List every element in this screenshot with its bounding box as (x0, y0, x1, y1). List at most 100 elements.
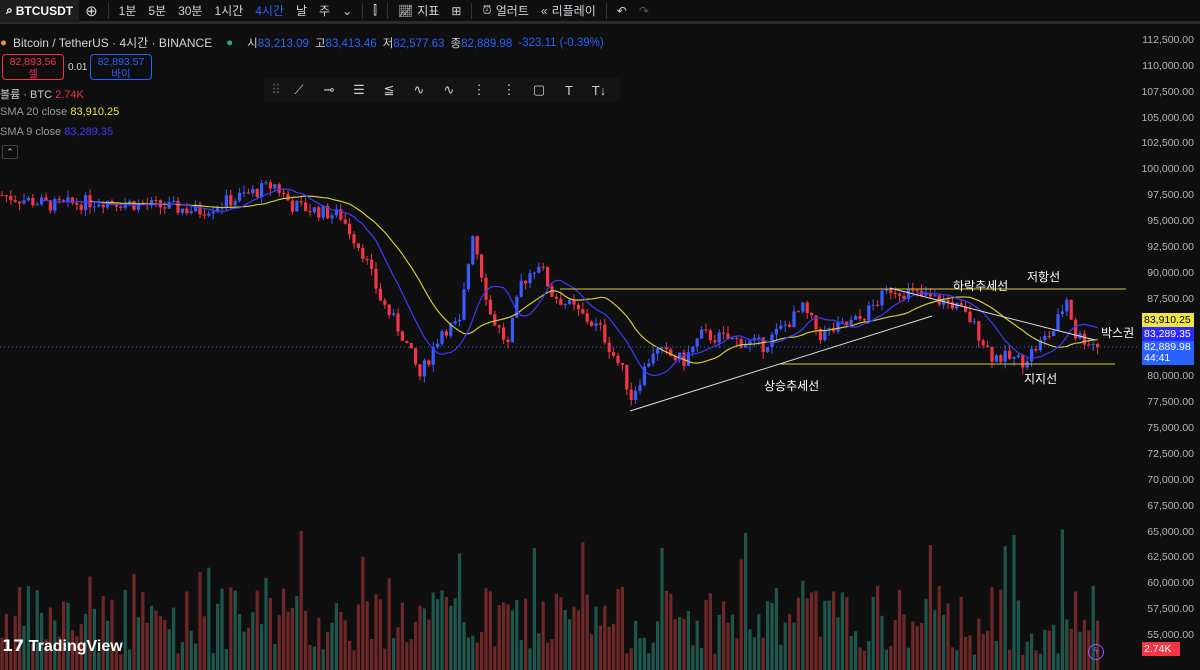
candle (1025, 361, 1029, 368)
volume-bar (669, 593, 673, 670)
candle (766, 346, 770, 353)
candle (299, 201, 303, 203)
candle (1003, 350, 1007, 362)
volume-bar (167, 629, 171, 670)
price-range-icon[interactable]: ⋮ (464, 82, 494, 98)
volume-bar (453, 598, 457, 670)
volume-bar (18, 587, 22, 670)
spread-value: 0.01 (68, 62, 88, 73)
candle (880, 290, 884, 306)
close-label: 종 (450, 37, 462, 50)
pattern-15-icon[interactable]: ∿ (404, 82, 434, 98)
candle (383, 300, 387, 305)
volume-bar (493, 646, 497, 670)
annotation-support[interactable]: 지지선 (1024, 370, 1057, 387)
market-status-icon: ● (226, 36, 234, 49)
candle (700, 329, 704, 339)
candle (396, 313, 400, 332)
volume-bar (158, 616, 162, 670)
candle (502, 327, 506, 340)
volume-bar (792, 622, 796, 670)
volume-bar (497, 605, 501, 670)
symbol-legend: ● Bitcoin / TetherUS · 4시간 · BINANCE ● 시… (0, 34, 604, 51)
volume-bar (246, 627, 250, 670)
drag-handle-icon[interactable]: ⠿ (268, 82, 284, 98)
volume-bar (282, 588, 286, 670)
candle (1021, 355, 1025, 368)
candle (92, 206, 96, 208)
volume-bar (343, 620, 347, 670)
symbol-title: Bitcoin / TetherUS · 4시간 · BINANCE (12, 36, 213, 50)
sell-button[interactable]: 82,893.56 셀 (2, 54, 64, 80)
annotation-box[interactable]: 박스권 (1101, 324, 1134, 341)
buy-button[interactable]: 82,893.57 바이 (90, 54, 152, 80)
volume-bar (422, 608, 426, 670)
volume-bar (387, 578, 391, 670)
volume-bar (471, 635, 475, 670)
volume-bar (946, 603, 950, 670)
tradingview-logo[interactable]: 𝟭𝟳 TradingView (2, 636, 123, 656)
candle (317, 207, 321, 218)
collapse-legend-button[interactable]: ⌃ (2, 145, 18, 159)
volume-bar (268, 597, 272, 670)
volume-bar (233, 590, 237, 670)
volume-bar (673, 619, 677, 670)
candle (44, 197, 48, 201)
candle (62, 200, 66, 202)
candle (845, 321, 849, 325)
sma9-legend[interactable]: SMA 9 close 83,289.35 (0, 126, 113, 138)
volume-bar (304, 610, 308, 670)
volume-bar (180, 642, 184, 670)
anchored-text-icon[interactable]: T↓ (584, 83, 614, 98)
date-range-icon[interactable]: ⋮ (494, 82, 524, 98)
volume-bar (299, 531, 303, 670)
candle (1052, 330, 1056, 337)
candle (1069, 299, 1073, 320)
candle (563, 304, 567, 306)
volume-bar (651, 642, 655, 670)
candle (629, 389, 633, 401)
volume-bar (884, 649, 888, 670)
candle (972, 321, 976, 323)
candle (510, 317, 514, 343)
volume-bar (810, 592, 814, 670)
candle (902, 295, 906, 299)
candle (458, 319, 462, 322)
rectangle-icon[interactable]: ▢ (524, 82, 554, 98)
volume-bar (774, 587, 778, 670)
candle (933, 295, 937, 297)
volume-bar (678, 617, 682, 670)
pitchfork-icon[interactable]: ≦ (374, 82, 404, 98)
candle (876, 304, 880, 306)
volume-bar (308, 644, 312, 670)
volume-bar (378, 599, 382, 670)
parallel-channel-icon[interactable]: ☰ (344, 82, 374, 98)
volume-bar (572, 606, 576, 670)
candle (585, 313, 589, 322)
annotation-downtrend[interactable]: 하락추세선 (953, 277, 1008, 294)
volume-bar (880, 615, 884, 670)
sma20-legend[interactable]: SMA 20 close 83,910.25 (0, 106, 119, 118)
volume-bar (612, 623, 616, 670)
volume-bar (264, 577, 268, 670)
candle (858, 316, 862, 320)
volume-legend[interactable]: 볼륨 · BTC 2.74K (0, 86, 84, 102)
horizontal-ray-icon[interactable]: ⊸ (314, 82, 344, 98)
volume-bar (242, 631, 246, 670)
price-tick: 72,500.00 (1147, 447, 1194, 460)
volume-bar (620, 586, 624, 670)
volume-bar (840, 592, 844, 670)
annotation-resistance[interactable]: 저항선 (1027, 268, 1060, 285)
volume-bar (924, 598, 928, 670)
price-tick: 107,500.00 (1141, 85, 1194, 98)
annotation-uptrend[interactable]: 상승추세선 (764, 377, 819, 394)
candle (1043, 335, 1047, 340)
downtrend-line[interactable] (889, 287, 1096, 341)
lightning-icon[interactable]: ϟ (1088, 644, 1104, 660)
price-tick: 62,500.00 (1147, 551, 1194, 564)
trend-line-icon[interactable]: ⟋ (284, 82, 314, 98)
text-icon[interactable]: T (554, 83, 584, 98)
candle (462, 289, 466, 320)
volume-bar (576, 610, 580, 670)
pattern-ac-icon[interactable]: ∿ (434, 82, 464, 98)
